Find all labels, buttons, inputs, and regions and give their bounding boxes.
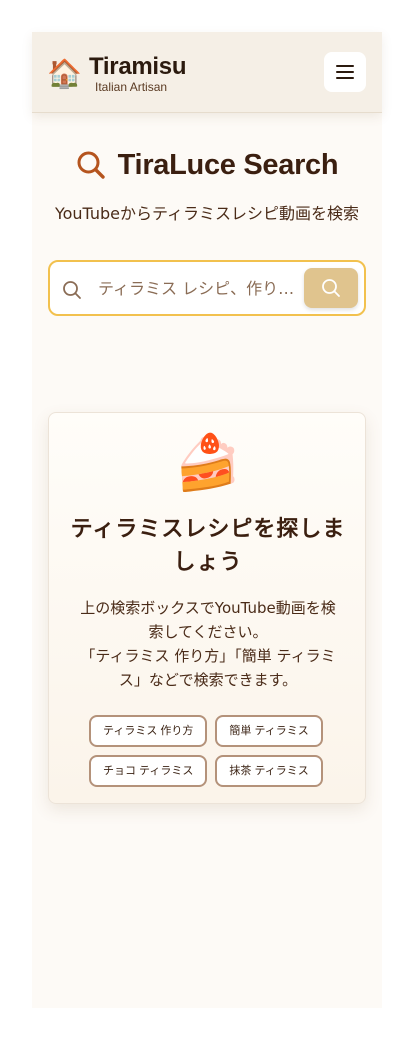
search-icon [322, 279, 340, 297]
app-frame: 🏠 Tiramisu Italian Artisan TiraLuce Sear… [32, 32, 382, 1008]
empty-state-description-line: 上の検索ボックスでYouTube動画を検索してください。 [80, 599, 336, 641]
page-subtitle: YouTubeからティラミスレシピ動画を検索 [54, 204, 360, 223]
cake-icon: 🍰 [174, 431, 242, 494]
suggestion-chip[interactable]: ティラミス 作り方 [89, 715, 208, 747]
brand[interactable]: 🏠 Tiramisu Italian Artisan [47, 53, 187, 95]
search-box [48, 260, 366, 316]
hamburger-icon-line [336, 71, 354, 73]
suggestion-chip[interactable]: チョコ ティラミス [89, 755, 208, 787]
search-input[interactable] [98, 270, 304, 306]
search-icon [63, 281, 81, 299]
menu-button[interactable] [324, 52, 366, 92]
hamburger-icon-line [336, 65, 354, 67]
empty-state-description: 上の検索ボックスでYouTube動画を検索してください。 「ティラミス 作り方」… [73, 596, 343, 692]
search-icon [77, 151, 105, 179]
brand-text: Tiramisu Italian Artisan [89, 53, 187, 95]
header: 🏠 Tiramisu Italian Artisan [32, 32, 382, 113]
hamburger-icon-line [336, 77, 354, 79]
suggestion-chips: ティラミス 作り方 簡単 ティラミス チョコ ティラミス 抹茶 ティラミス [89, 715, 329, 787]
empty-state-card: 🍰 ティラミスレシピを探しましょう 上の検索ボックスでYouTube動画を検索し… [48, 412, 366, 804]
search-submit-button[interactable] [304, 268, 358, 308]
page-title-row: TiraLuce Search [32, 148, 382, 182]
suggestion-chip[interactable]: 抹茶 ティラミス [215, 755, 323, 787]
brand-title: Tiramisu [89, 53, 187, 80]
house-icon: 🏠 [47, 57, 82, 90]
empty-state-title: ティラミスレシピを探しましょう [70, 517, 346, 575]
suggestion-chip[interactable]: 簡単 ティラミス [215, 715, 323, 747]
empty-state-description-line: 「ティラミス 作り方」「簡単 ティラミス」などで検索できます。 [80, 647, 336, 689]
brand-subtitle: Italian Artisan [95, 80, 168, 94]
page-title: TiraLuce Search [117, 149, 339, 181]
